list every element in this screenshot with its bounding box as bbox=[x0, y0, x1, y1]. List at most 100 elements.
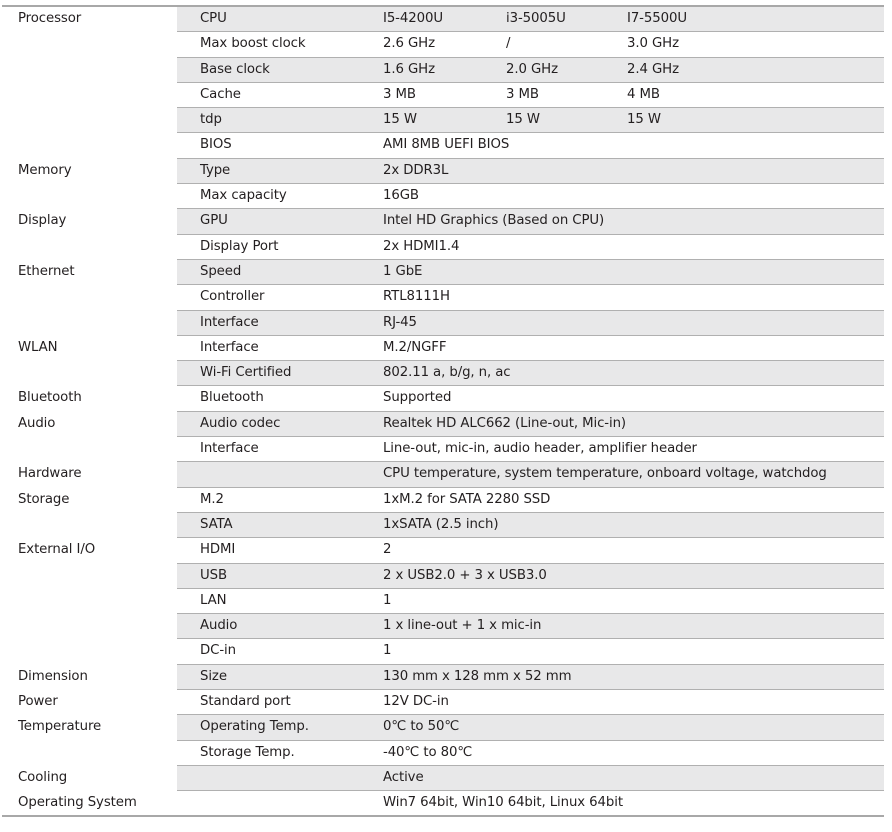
row-background bbox=[177, 158, 884, 185]
spec-value: 12V DC-in bbox=[383, 694, 449, 710]
row-background bbox=[177, 259, 884, 286]
spec-value: Line-out, mic-in, audio header, amplifie… bbox=[383, 441, 697, 457]
spec-item-label: Standard port bbox=[200, 694, 291, 710]
table-row: tdp 15 W 15 W 15 W bbox=[2, 108, 884, 134]
spec-value: M.2/NGFF bbox=[383, 339, 447, 355]
spec-value: 1xSATA (2.5 inch) bbox=[383, 516, 499, 532]
row-background bbox=[177, 639, 884, 665]
spec-item-label: BIOS bbox=[200, 137, 232, 153]
spec-item-label: Interface bbox=[200, 441, 259, 457]
spec-value: 2x DDR3L bbox=[383, 162, 449, 178]
spec-value: CPU temperature, system temperature, onb… bbox=[383, 466, 827, 482]
row-background bbox=[177, 765, 884, 792]
spec-value: i3-5005U bbox=[506, 11, 566, 26]
spec-value: 130 mm x 128 mm x 52 mm bbox=[383, 668, 572, 684]
spec-value: Win7 64bit, Win10 64bit, Linux 64bit bbox=[383, 795, 623, 811]
table-row: Temperature Operating Temp. 0℃ to 50℃ bbox=[2, 715, 884, 741]
spec-value: 1 GbE bbox=[383, 263, 423, 279]
category-label: Temperature bbox=[18, 719, 102, 735]
spec-item-label: SATA bbox=[200, 516, 233, 532]
category-label: Power bbox=[18, 694, 58, 710]
table-row: Cooling Active bbox=[2, 765, 884, 792]
row-background bbox=[177, 386, 884, 412]
category-label: WLAN bbox=[18, 339, 58, 355]
spec-item-label: Size bbox=[200, 668, 227, 684]
spec-value: I7-5500U bbox=[627, 11, 687, 26]
spec-value: 3.0 GHz bbox=[627, 36, 679, 52]
table-row: Interface Line-out, mic-in, audio header,… bbox=[2, 437, 884, 463]
spec-value: AMI 8MB UEFI BIOS bbox=[383, 137, 510, 153]
table-row: SATA 1xSATA (2.5 inch) bbox=[2, 512, 884, 539]
row-background bbox=[177, 512, 884, 539]
spec-value: 1xM.2 for SATA 2280 SSD bbox=[383, 491, 551, 507]
category-label: Ethernet bbox=[18, 263, 75, 279]
spec-value: RTL8111H bbox=[383, 289, 450, 305]
table-row: Wi-Fi Certified 802.11 a, b/g, n, ac bbox=[2, 361, 884, 387]
spec-item-label: tdp bbox=[200, 112, 222, 128]
table-row: Processor CPU I5-4200U i3-5005U I7-5500U bbox=[2, 7, 884, 33]
spec-item-label: M.2 bbox=[200, 491, 224, 507]
table-row: Dimension Size 130 mm x 128 mm x 52 mm bbox=[2, 664, 884, 691]
table-row: Cache 3 MB 3 MB 4 MB bbox=[2, 83, 884, 109]
spec-item-label: HDMI bbox=[200, 542, 236, 558]
spec-item-label: Audio codec bbox=[200, 415, 281, 431]
spec-value: 1 bbox=[383, 592, 392, 608]
table-row: Max capacity 16GB bbox=[2, 184, 884, 210]
table-row: Audio 1 x line-out + 1 x mic-in bbox=[2, 614, 884, 640]
spec-value: 16GB bbox=[383, 188, 419, 204]
table-row: Max boost clock 2.6 GHz / 3.0 GHz bbox=[2, 32, 884, 58]
spec-value: -40℃ to 80℃ bbox=[383, 744, 473, 760]
spec-value: 3 MB bbox=[383, 86, 416, 102]
table-row: Display Port 2x HDMI1.4 bbox=[2, 235, 884, 260]
row-background bbox=[177, 538, 884, 564]
category-label: Display bbox=[18, 213, 67, 229]
row-background bbox=[177, 589, 884, 615]
row-background bbox=[177, 336, 884, 362]
spec-item-label: Wi-Fi Certified bbox=[200, 365, 292, 381]
table-row: Base clock 1.6 GHz 2.0 GHz 2.4 GHz bbox=[2, 57, 884, 83]
spec-item-label: Controller bbox=[200, 289, 265, 305]
spec-value: 2 x USB2.0 + 3 x USB3.0 bbox=[383, 567, 547, 583]
spec-item-label: Interface bbox=[200, 314, 259, 330]
row-background bbox=[177, 133, 884, 159]
category-label: Bluetooth bbox=[18, 390, 82, 406]
spec-value: Intel HD Graphics (Based on CPU) bbox=[383, 213, 605, 229]
spec-item-label: Audio bbox=[200, 618, 238, 634]
spec-value: 3 MB bbox=[506, 86, 539, 102]
category-label: Hardware bbox=[18, 466, 82, 482]
spec-value: 0℃ to 50℃ bbox=[383, 719, 460, 735]
table-row: Hardware CPU temperature, system temperat… bbox=[2, 462, 884, 488]
spec-value: 2.4 GHz bbox=[627, 61, 679, 77]
table-row: Bluetooth Bluetooth Supported bbox=[2, 386, 884, 412]
spec-item-label: Bluetooth bbox=[200, 390, 264, 406]
spec-item-label: Type bbox=[200, 162, 231, 178]
spec-value: Active bbox=[383, 769, 424, 785]
spec-item-label: Operating Temp. bbox=[200, 719, 309, 735]
spec-item-label: LAN bbox=[200, 592, 227, 608]
spec-item-label: Display Port bbox=[200, 238, 279, 254]
table-row: Operating System Win7 64bit, Win10 64bit,… bbox=[2, 791, 884, 817]
row-background bbox=[177, 235, 884, 260]
spec-item-label: GPU bbox=[200, 213, 228, 229]
spec-item-label: Max boost clock bbox=[200, 36, 306, 52]
spec-value: 4 MB bbox=[627, 86, 660, 102]
spec-table: Processor CPU I5-4200U i3-5005U I7-5500U Max … bbox=[2, 5, 884, 817]
table-row: Storage M.2 1xM.2 for SATA 2280 SSD bbox=[2, 488, 884, 513]
table-row: LAN 1 bbox=[2, 589, 884, 615]
table-row: External I/O HDMI 2 bbox=[2, 538, 884, 564]
table-row: USB 2 x USB2.0 + 3 x USB3.0 bbox=[2, 563, 884, 589]
row-background bbox=[177, 310, 884, 336]
category-label: Processor bbox=[18, 11, 82, 26]
spec-item-label: Speed bbox=[200, 263, 242, 279]
spec-value: 802.11 a, b/g, n, ac bbox=[383, 365, 511, 381]
spec-item-label: USB bbox=[200, 567, 227, 583]
spec-value: / bbox=[506, 36, 511, 52]
spec-value: Supported bbox=[383, 390, 452, 406]
table-row: Interface RJ-45 bbox=[2, 310, 884, 336]
table-row: Memory Type 2x DDR3L bbox=[2, 158, 884, 185]
spec-value: Realtek HD ALC662 (Line-out, Mic-in) bbox=[383, 415, 627, 431]
category-label: Cooling bbox=[18, 769, 68, 785]
spec-value: RJ-45 bbox=[383, 314, 417, 330]
table-row: BIOS AMI 8MB UEFI BIOS bbox=[2, 133, 884, 159]
spec-value: 1 bbox=[383, 643, 392, 659]
